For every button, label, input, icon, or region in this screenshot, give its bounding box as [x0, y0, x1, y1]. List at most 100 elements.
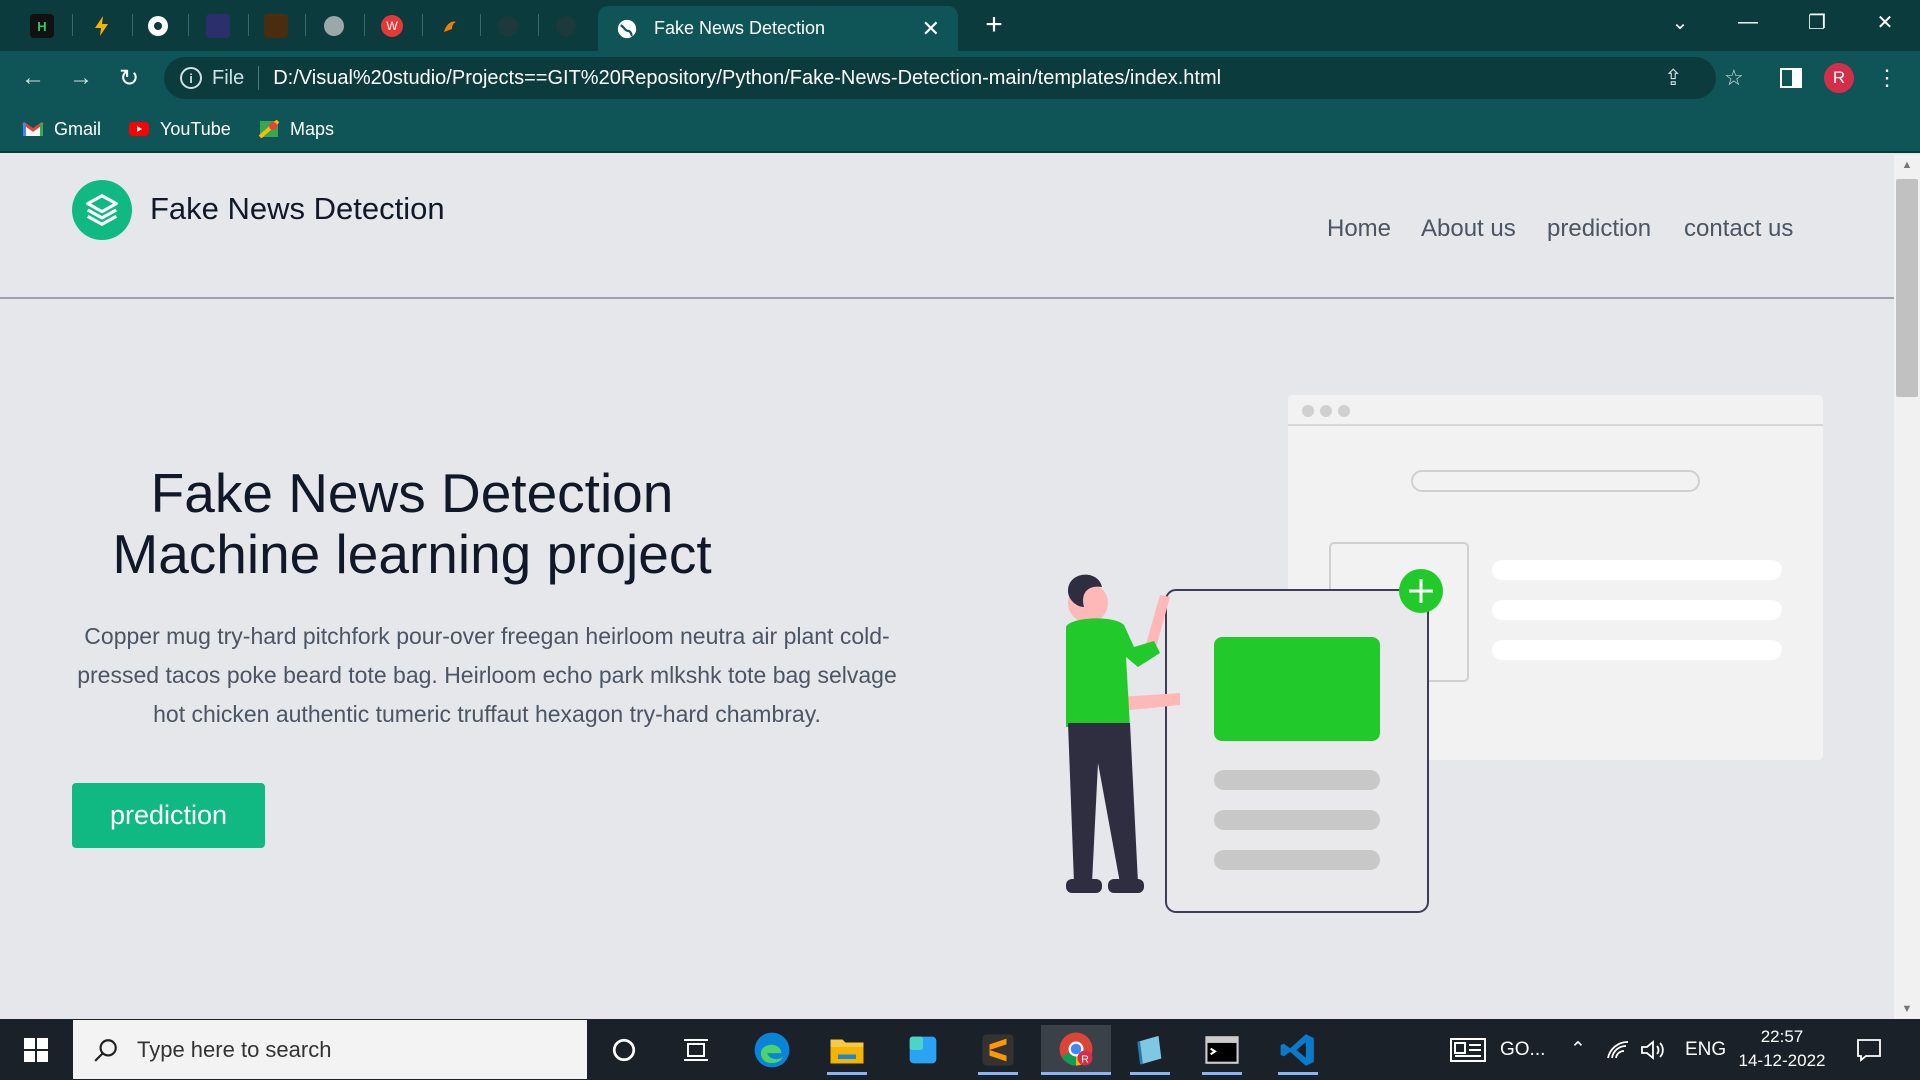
pinned-tab-8[interactable] [422, 6, 478, 46]
search-icon [94, 1038, 117, 1062]
windows-taskbar: Type here to search R GO... ⌃ ENG 22:57 … [0, 1019, 1920, 1080]
close-window-button[interactable]: ✕ [1850, 0, 1920, 44]
page-scrollbar[interactable]: ▲ ▼ [1894, 155, 1920, 1019]
bird-icon [444, 21, 456, 32]
address-scheme-label: File [212, 66, 245, 89]
scroll-down-icon[interactable]: ▼ [1894, 999, 1920, 1019]
taskbar-file-explorer[interactable] [815, 1025, 879, 1075]
taskbar-chrome[interactable]: R [1041, 1025, 1111, 1075]
wifi-icon[interactable] [1606, 1019, 1630, 1080]
taskbar-edge[interactable] [740, 1025, 804, 1075]
taskbar-clock[interactable]: 22:57 14-12-2022 [1736, 1025, 1828, 1073]
maps-icon [258, 120, 280, 138]
bookmark-gmail[interactable]: Gmail [22, 115, 101, 143]
arrow-right-icon: → [69, 64, 93, 91]
arrow-left-icon: ← [21, 64, 45, 91]
back-button[interactable]: ← [16, 61, 50, 95]
folder-icon [830, 1039, 864, 1064]
tab-title: Fake News Detection [654, 18, 826, 38]
address-divider [258, 66, 260, 90]
news-icon [1450, 1037, 1486, 1062]
site-brand[interactable]: Fake News Detection [150, 191, 445, 227]
pinned-tab-2[interactable] [74, 6, 130, 46]
globe-icon [617, 19, 637, 38]
nav-prediction[interactable]: prediction [1547, 215, 1651, 243]
svg-text:R: R [1081, 1053, 1089, 1065]
chevron-down-icon: ⌄ [1671, 11, 1689, 34]
prediction-button[interactable]: prediction [72, 783, 265, 848]
pinned-tab-10[interactable] [538, 6, 594, 46]
taskbar-vscode[interactable] [1266, 1025, 1330, 1075]
bookmark-star-icon[interactable]: ☆ [1724, 57, 1744, 99]
info-icon[interactable]: i [180, 67, 202, 89]
gmail-icon [22, 121, 44, 136]
active-tab[interactable]: Fake News Detection ✕ [598, 6, 958, 51]
cortana-button[interactable] [592, 1025, 656, 1075]
share-icon[interactable]: ⇪ [1664, 57, 1682, 99]
bookmarks-bar: Gmail YouTube Maps [0, 105, 1920, 153]
pinned-tab-3[interactable] [130, 6, 186, 46]
forward-button[interactable]: → [64, 61, 98, 95]
github-icon [556, 16, 576, 36]
address-url: D:/Visual%20studio/Projects==GIT%20Repos… [273, 66, 1222, 89]
news-widget[interactable]: GO... [1450, 1019, 1545, 1080]
volume-icon[interactable] [1640, 1019, 1666, 1080]
book-icon [264, 14, 288, 38]
reload-icon: ↻ [118, 64, 140, 92]
close-icon: ✕ [1876, 11, 1894, 34]
nav-home[interactable]: Home [1327, 215, 1391, 243]
address-bar[interactable]: i File D:/Visual%20studio/Projects==GIT%… [164, 57, 1744, 99]
hero-title: Fake News Detection Machine learning pro… [72, 463, 752, 585]
pinned-tab-7[interactable]: W [364, 6, 420, 46]
notification-center-button[interactable] [1856, 1019, 1882, 1080]
globe-icon [324, 16, 344, 36]
bookmark-youtube[interactable]: YouTube [128, 115, 231, 143]
nav-about-us[interactable]: About us [1421, 215, 1516, 243]
scrollbar-thumb[interactable] [1896, 179, 1918, 397]
minimize-icon: — [1738, 10, 1758, 33]
github-icon [498, 16, 518, 36]
sublime-icon [982, 1034, 1014, 1066]
bookmark-label: Gmail [54, 118, 102, 139]
taskbar-app-gradient[interactable] [891, 1025, 955, 1075]
nav-contact-us[interactable]: contact us [1684, 215, 1793, 243]
scroll-up-icon[interactable]: ▲ [1894, 155, 1920, 175]
restore-button[interactable]: ❐ [1782, 0, 1852, 44]
pinned-tab-9[interactable] [480, 6, 536, 46]
pinned-tab-1[interactable]: H [14, 6, 70, 46]
taskbar-terminal[interactable] [1190, 1025, 1254, 1075]
menu-button[interactable]: ⋮ [1870, 61, 1904, 95]
bookmark-maps[interactable]: Maps [258, 115, 334, 143]
notification-icon [1857, 1038, 1881, 1062]
taskbar-search[interactable]: Type here to search [73, 1020, 587, 1079]
task-view-button[interactable] [664, 1025, 728, 1075]
hero-illustration [1066, 395, 1823, 913]
pinned-tab-5[interactable] [248, 6, 304, 46]
avatar: R [1824, 63, 1854, 93]
close-tab-icon[interactable]: ✕ [922, 16, 940, 42]
language-indicator[interactable]: ENG [1685, 1019, 1726, 1080]
taskbar-app-blue[interactable] [1118, 1025, 1182, 1075]
browser-toolbar: ← → ↻ i File D:/Visual%20studio/Projects… [0, 51, 1920, 105]
taskbar-sublime-text[interactable] [966, 1025, 1030, 1075]
tab-search-button[interactable]: ⌄ [1645, 0, 1715, 44]
minimize-button[interactable]: — [1713, 0, 1783, 44]
more-vert-icon: ⋮ [1876, 65, 1898, 90]
search-placeholder: Type here to search [137, 1036, 332, 1062]
windows-icon [24, 1037, 48, 1062]
pinned-tab-6[interactable] [306, 6, 362, 46]
hero-title-line-1: Fake News Detection [150, 462, 674, 524]
new-tab-button[interactable]: + [978, 10, 1010, 42]
reload-button[interactable]: ↻ [112, 61, 146, 95]
site-header: Fake News Detection Home About us predic… [0, 155, 1894, 299]
chrome-icon: R [1059, 1032, 1093, 1065]
wps-icon: W [381, 15, 403, 37]
task-view-icon [684, 1039, 708, 1061]
profile-button[interactable]: R [1822, 61, 1856, 95]
side-panel-button[interactable] [1774, 61, 1808, 95]
chevron-up-icon[interactable]: ⌃ [1570, 1019, 1586, 1080]
logo[interactable] [72, 180, 132, 240]
youtube-icon [129, 122, 149, 136]
start-button[interactable] [0, 1019, 72, 1080]
pinned-tab-4[interactable] [190, 6, 246, 46]
